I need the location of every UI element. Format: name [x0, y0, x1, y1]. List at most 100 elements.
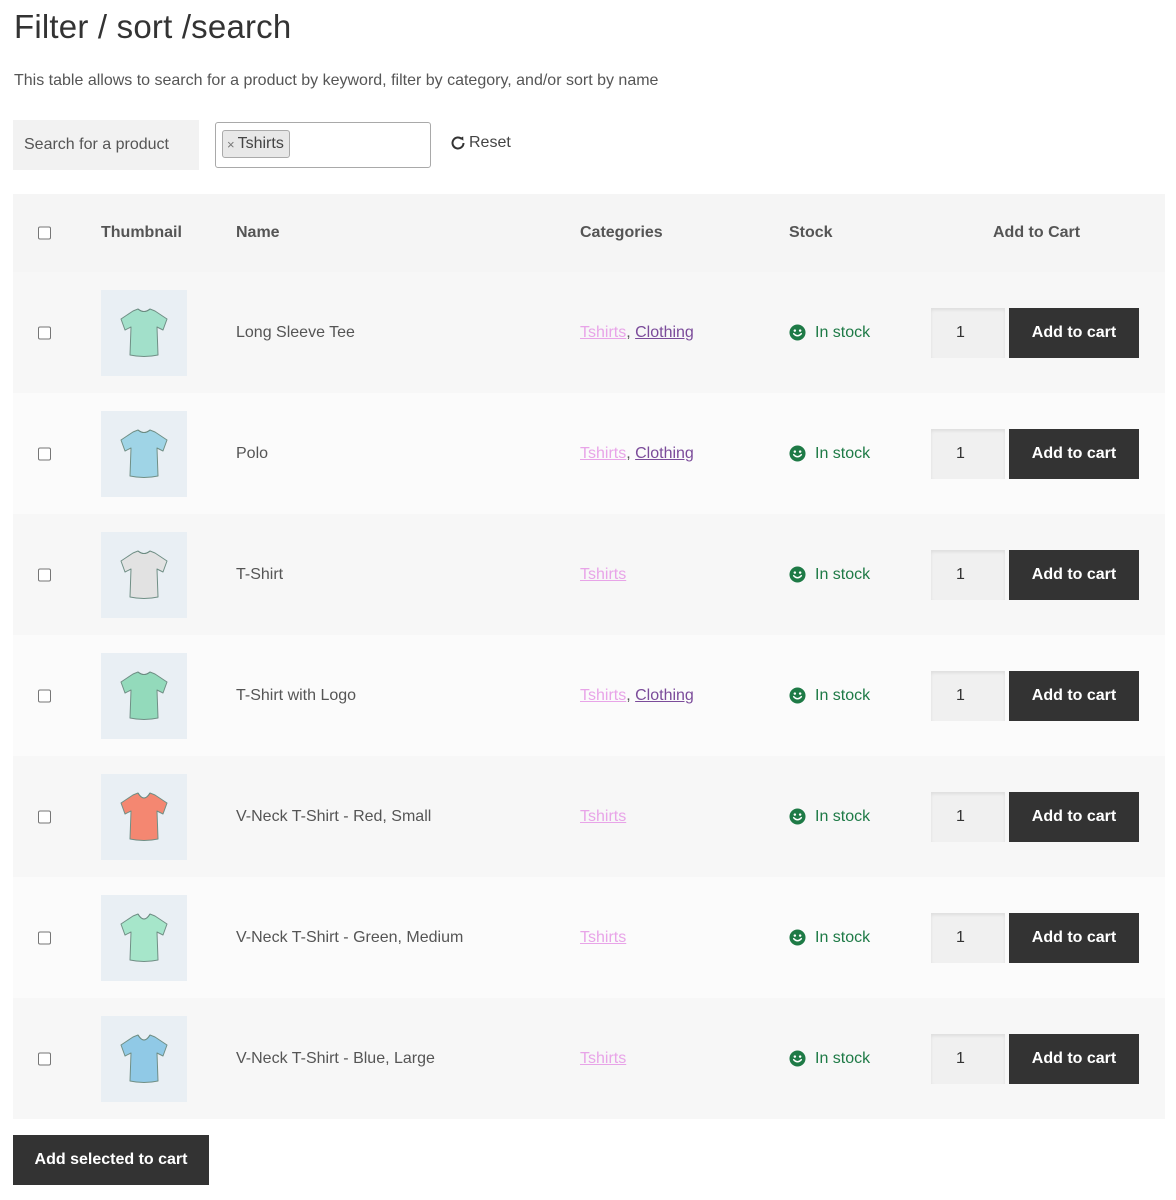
- stock-status: In stock: [789, 808, 870, 826]
- product-categories: Tshirts, Clothing: [580, 324, 694, 342]
- close-icon[interactable]: ×: [227, 137, 235, 152]
- category-filter[interactable]: × Tshirts: [215, 122, 431, 168]
- category-separator: ,: [626, 686, 636, 704]
- refresh-icon: [451, 136, 465, 150]
- shirt-icon: [101, 289, 187, 376]
- page-title: Filter / sort /search: [14, 8, 292, 45]
- category-chip: × Tshirts: [222, 130, 290, 158]
- table-row: V-Neck T-Shirt - Red, Small Tshirts In s…: [13, 756, 1165, 877]
- table-row: Long Sleeve Tee Tshirts, Clothing In sto…: [13, 272, 1165, 393]
- add-to-cart-button[interactable]: Add to cart: [1009, 428, 1139, 479]
- category-chip-label: Tshirts: [237, 135, 284, 152]
- product-name: T-Shirt: [236, 565, 284, 583]
- add-to-cart-group: Add to cart: [931, 549, 1139, 600]
- product-categories: Tshirts, Clothing: [580, 687, 694, 705]
- quantity-input[interactable]: [931, 670, 1005, 721]
- table-row: Polo Tshirts, Clothing In stock Add to c…: [13, 393, 1165, 514]
- product-thumbnail[interactable]: [101, 410, 187, 497]
- add-to-cart-button[interactable]: Add to cart: [1009, 791, 1139, 842]
- quantity-input[interactable]: [931, 428, 1005, 479]
- add-to-cart-button[interactable]: Add to cart: [1009, 307, 1139, 358]
- stock-status: In stock: [789, 687, 870, 705]
- product-table: Thumbnail Name Categories Stock Add to C…: [13, 194, 1165, 1119]
- add-to-cart-button[interactable]: Add to cart: [1009, 670, 1139, 721]
- add-to-cart-group: Add to cart: [931, 428, 1139, 479]
- product-thumbnail[interactable]: [101, 289, 187, 376]
- shirt-icon: [101, 652, 187, 739]
- add-to-cart-group: Add to cart: [931, 307, 1139, 358]
- product-thumbnail[interactable]: [101, 773, 187, 860]
- category-link-tshirts[interactable]: Tshirts: [580, 324, 626, 341]
- category-link-tshirts[interactable]: Tshirts: [580, 929, 626, 946]
- add-to-cart-group: Add to cart: [931, 791, 1139, 842]
- select-all-checkbox[interactable]: [38, 226, 51, 240]
- table-body: Long Sleeve Tee Tshirts, Clothing In sto…: [13, 272, 1165, 1119]
- search-input[interactable]: [13, 120, 199, 170]
- add-to-cart-group: Add to cart: [931, 670, 1139, 721]
- stock-label: In stock: [815, 565, 871, 583]
- category-link-tshirts[interactable]: Tshirts: [580, 1050, 626, 1067]
- table-row: T-Shirt with Logo Tshirts, Clothing In s…: [13, 635, 1165, 756]
- product-thumbnail[interactable]: [101, 531, 187, 618]
- smile-icon: [789, 324, 806, 341]
- stock-label: In stock: [815, 686, 871, 704]
- header-stock[interactable]: Stock: [789, 224, 833, 242]
- product-thumbnail[interactable]: [101, 1015, 187, 1102]
- quantity-input[interactable]: [931, 791, 1005, 842]
- category-link-clothing[interactable]: Clothing: [635, 324, 694, 341]
- stock-status: In stock: [789, 324, 870, 342]
- add-to-cart-button[interactable]: Add to cart: [1009, 1033, 1139, 1084]
- stock-status: In stock: [789, 929, 870, 947]
- table-row: V-Neck T-Shirt - Blue, Large Tshirts In …: [13, 998, 1165, 1119]
- row-checkbox[interactable]: [38, 689, 51, 702]
- row-checkbox[interactable]: [38, 810, 51, 823]
- header-name[interactable]: Name: [236, 224, 280, 242]
- header-categories[interactable]: Categories: [580, 224, 663, 242]
- stock-label: In stock: [815, 928, 871, 946]
- product-name: V-Neck T-Shirt - Red, Small: [236, 807, 432, 825]
- category-link-tshirts[interactable]: Tshirts: [580, 566, 626, 583]
- product-categories: Tshirts: [580, 566, 626, 584]
- header-thumbnail[interactable]: Thumbnail: [101, 224, 182, 242]
- category-link-tshirts[interactable]: Tshirts: [580, 445, 626, 462]
- row-checkbox[interactable]: [38, 447, 51, 460]
- add-to-cart-button[interactable]: Add to cart: [1009, 549, 1139, 600]
- product-name: T-Shirt with Logo: [236, 686, 357, 704]
- page-description: This table allows to search for a produc…: [14, 72, 659, 89]
- table-row: T-Shirt Tshirts In stock Add to cart: [13, 514, 1165, 635]
- category-separator: ,: [626, 444, 636, 462]
- smile-icon: [789, 1050, 806, 1067]
- product-name: V-Neck T-Shirt - Green, Medium: [236, 928, 464, 946]
- product-categories: Tshirts, Clothing: [580, 445, 694, 463]
- shirt-icon: [101, 410, 187, 497]
- smile-icon: [789, 929, 806, 946]
- quantity-input[interactable]: [931, 307, 1005, 358]
- quantity-input[interactable]: [931, 1033, 1005, 1084]
- category-link-clothing[interactable]: Clothing: [635, 445, 694, 462]
- category-link-clothing[interactable]: Clothing: [635, 687, 694, 704]
- row-checkbox[interactable]: [38, 568, 51, 581]
- product-name: Long Sleeve Tee: [236, 323, 355, 341]
- category-link-tshirts[interactable]: Tshirts: [580, 808, 626, 825]
- shirt-icon: [101, 773, 187, 860]
- add-selected-to-cart-button[interactable]: Add selected to cart: [13, 1135, 209, 1185]
- stock-label: In stock: [815, 807, 871, 825]
- quantity-input[interactable]: [931, 912, 1005, 963]
- quantity-input[interactable]: [931, 549, 1005, 600]
- product-thumbnail[interactable]: [101, 894, 187, 981]
- table-header: Thumbnail Name Categories Stock Add to C…: [13, 194, 1165, 272]
- header-add-to-cart[interactable]: Add to Cart: [993, 224, 1080, 242]
- reset-button[interactable]: Reset: [449, 134, 511, 152]
- product-categories: Tshirts: [580, 808, 626, 826]
- row-checkbox[interactable]: [38, 1052, 51, 1065]
- shirt-icon: [101, 894, 187, 981]
- reset-label: Reset: [469, 134, 511, 151]
- row-checkbox[interactable]: [38, 326, 51, 339]
- add-to-cart-group: Add to cart: [931, 912, 1139, 963]
- category-link-tshirts[interactable]: Tshirts: [580, 687, 626, 704]
- add-to-cart-button[interactable]: Add to cart: [1009, 912, 1139, 963]
- stock-status: In stock: [789, 566, 870, 584]
- shirt-icon: [101, 531, 187, 618]
- product-thumbnail[interactable]: [101, 652, 187, 739]
- row-checkbox[interactable]: [38, 931, 51, 944]
